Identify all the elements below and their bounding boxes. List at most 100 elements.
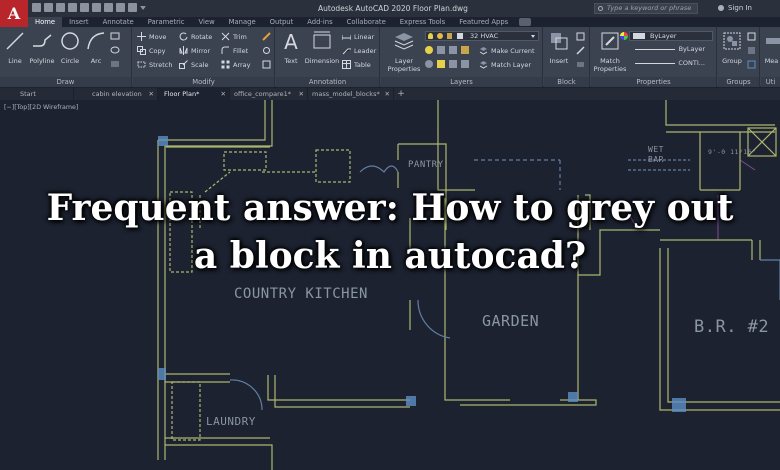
- file-tab-floor-plan[interactable]: Floor Plan* ✕: [158, 88, 230, 100]
- dimension-tool-button[interactable]: Dimension: [304, 30, 340, 65]
- save-as-icon[interactable]: [68, 3, 77, 12]
- linear-tool-button[interactable]: Linear: [342, 32, 374, 41]
- tab-output[interactable]: Output: [263, 17, 301, 27]
- insert-block-button[interactable]: Insert: [547, 30, 571, 65]
- wet-bar-label-bottom: BAR: [648, 155, 664, 164]
- file-tab-cabin-elevation[interactable]: cabin elevation ✕: [74, 88, 158, 100]
- file-tab-start[interactable]: Start: [0, 88, 74, 100]
- user-icon[interactable]: [718, 5, 724, 11]
- modify-panel-title[interactable]: Modify: [133, 77, 274, 87]
- sign-in-link[interactable]: Sign In: [728, 4, 752, 12]
- ribbon-minimize-toggle[interactable]: [519, 18, 532, 26]
- search-input[interactable]: Type a keyword or phrase: [594, 3, 698, 14]
- undo-icon[interactable]: [104, 3, 113, 12]
- layer-isolate-icon[interactable]: [449, 46, 457, 54]
- title-bar: A Autodesk AutoCAD 2020 Floor Plan.dwg T…: [0, 0, 780, 27]
- mirror-tool-button[interactable]: Mirror: [179, 46, 210, 55]
- tab-home[interactable]: Home: [28, 17, 63, 27]
- group-button[interactable]: Group: [720, 30, 744, 65]
- close-icon[interactable]: ✕: [385, 88, 390, 100]
- customize-qat-chevron-down-icon[interactable]: [140, 6, 146, 10]
- erase-icon[interactable]: [262, 32, 271, 41]
- color-dropdown[interactable]: ByLayer: [620, 31, 713, 41]
- block-panel-title[interactable]: Block: [544, 77, 589, 87]
- create-block-icon[interactable]: [576, 32, 585, 41]
- annotation-panel-title[interactable]: Annotation: [276, 77, 379, 87]
- lineweight-dropdown[interactable]: ByLayer: [629, 45, 713, 55]
- offset-icon[interactable]: [262, 60, 271, 69]
- table-tool-button[interactable]: Table: [342, 60, 371, 69]
- tab-insert[interactable]: Insert: [62, 17, 96, 27]
- quick-access-toolbar: [32, 3, 146, 12]
- tab-add-ins[interactable]: Add-ins: [300, 17, 339, 27]
- make-current-icon: [479, 47, 488, 55]
- open-file-icon[interactable]: [44, 3, 53, 12]
- close-icon[interactable]: ✕: [149, 88, 154, 100]
- copy-tool-button[interactable]: Copy: [137, 46, 166, 55]
- group-select-icon[interactable]: [747, 60, 756, 69]
- redo-icon[interactable]: [116, 3, 125, 12]
- new-tab-button[interactable]: +: [394, 88, 408, 100]
- layer-merge-icon[interactable]: [461, 60, 469, 68]
- circle-tool-button[interactable]: Circle: [58, 30, 82, 65]
- application-menu-button[interactable]: A: [0, 0, 28, 27]
- layer-off-icon[interactable]: [437, 46, 445, 54]
- stretch-tool-button[interactable]: Stretch: [137, 60, 172, 69]
- lineweight-swatch: [635, 49, 675, 50]
- utilities-panel-title[interactable]: Uti: [761, 77, 780, 87]
- file-tab-mass-model-blocks[interactable]: mass_model_blocks* ✕: [308, 88, 394, 100]
- fillet-tool-button[interactable]: Fillet: [221, 46, 248, 55]
- layer-thaw-icon[interactable]: [437, 60, 445, 68]
- rectangle-icon[interactable]: [110, 32, 120, 40]
- tab-manage[interactable]: Manage: [222, 17, 263, 27]
- rotate-tool-button[interactable]: Rotate: [179, 32, 212, 41]
- tab-express-tools[interactable]: Express Tools: [393, 17, 452, 27]
- tab-collaborate[interactable]: Collaborate: [340, 17, 393, 27]
- explode-icon[interactable]: [262, 46, 271, 55]
- tab-featured-apps[interactable]: Featured Apps: [452, 17, 515, 27]
- new-file-icon[interactable]: [32, 3, 41, 12]
- layer-freeze-icon[interactable]: [425, 46, 433, 54]
- text-tool-button[interactable]: A Text: [280, 30, 302, 65]
- file-tab-office-compare[interactable]: office_compare1* ✕: [230, 88, 308, 100]
- layer-unlock-icon[interactable]: [449, 60, 457, 68]
- scale-tool-button[interactable]: Scale: [179, 60, 209, 69]
- edit-block-icon[interactable]: [576, 46, 585, 55]
- close-icon[interactable]: ✕: [221, 88, 226, 100]
- polyline-tool-button[interactable]: Polyline: [28, 30, 56, 65]
- group-edit-icon[interactable]: [747, 46, 756, 55]
- measure-button[interactable]: Mea: [763, 30, 780, 65]
- ungroup-icon[interactable]: [747, 32, 756, 41]
- leader-tool-button[interactable]: Leader: [342, 46, 376, 55]
- layer-properties-button[interactable]: Layer Properties: [387, 30, 421, 73]
- layer-walk-icon[interactable]: [425, 60, 433, 68]
- viewport-controls[interactable]: [−][Top][2D Wireframe]: [4, 104, 78, 111]
- properties-panel-title[interactable]: Properties: [591, 77, 716, 87]
- match-layer-button[interactable]: Match Layer: [479, 60, 531, 69]
- plot-icon[interactable]: [92, 3, 101, 12]
- share-icon[interactable]: [128, 3, 137, 12]
- groups-panel-title[interactable]: Groups: [718, 77, 759, 87]
- hatch-icon[interactable]: [110, 46, 120, 54]
- trim-tool-button[interactable]: Trim: [221, 32, 247, 41]
- layers-panel-title[interactable]: Layers: [381, 77, 542, 87]
- block-attributes-icon[interactable]: [576, 60, 585, 69]
- linetype-dropdown[interactable]: CONTI...: [629, 59, 713, 69]
- line-tool-button[interactable]: Line: [4, 30, 26, 65]
- tab-view[interactable]: View: [192, 17, 222, 27]
- tab-annotate[interactable]: Annotate: [96, 17, 141, 27]
- close-icon[interactable]: ✕: [299, 88, 304, 100]
- drawing-canvas[interactable]: PANTRY COUNTRY KITCHEN GARDEN B.R. #2 LA…: [0, 100, 780, 470]
- web-mobile-icon[interactable]: [80, 3, 89, 12]
- save-icon[interactable]: [56, 3, 65, 12]
- array-tool-button[interactable]: Array: [221, 60, 251, 69]
- make-current-button[interactable]: Make Current: [479, 46, 535, 55]
- move-tool-button[interactable]: Move: [137, 32, 166, 41]
- gradient-icon[interactable]: [110, 60, 120, 68]
- layer-lock-icon[interactable]: [461, 46, 469, 54]
- group-icon: [723, 32, 741, 50]
- arc-tool-button[interactable]: Arc: [85, 30, 107, 65]
- draw-panel-title[interactable]: Draw: [0, 77, 131, 87]
- layer-dropdown[interactable]: 32 HVAC: [425, 31, 539, 41]
- tab-parametric[interactable]: Parametric: [141, 17, 192, 27]
